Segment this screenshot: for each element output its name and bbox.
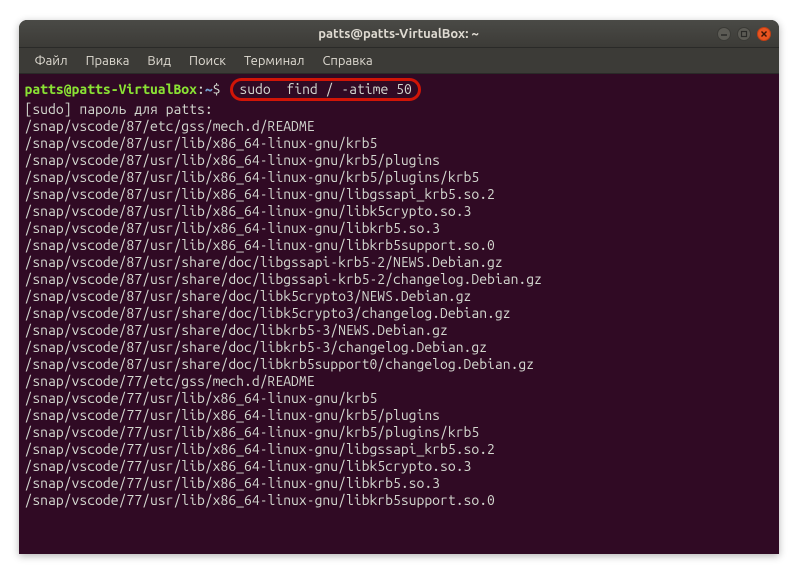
titlebar: patts@patts-VirtualBox: ~ — [19, 20, 779, 48]
output-line: /snap/vscode/87/usr/lib/x86_64-linux-gnu… — [25, 220, 773, 237]
command-highlight: sudo find / -atime 50 — [230, 78, 420, 101]
output-line: /snap/vscode/87/usr/lib/x86_64-linux-gnu… — [25, 186, 773, 203]
menu-file[interactable]: Файл — [27, 52, 76, 70]
output-line: /snap/vscode/77/usr/lib/x86_64-linux-gnu… — [25, 458, 773, 475]
output-line: /snap/vscode/77/usr/lib/x86_64-linux-gnu… — [25, 390, 773, 407]
output-line: /snap/vscode/77/usr/lib/x86_64-linux-gnu… — [25, 441, 773, 458]
close-button[interactable] — [757, 27, 771, 41]
minimize-icon — [720, 30, 728, 38]
output-line: /snap/vscode/87/usr/lib/x86_64-linux-gnu… — [25, 203, 773, 220]
output-line: /snap/vscode/87/usr/share/doc/libgssapi-… — [25, 271, 773, 288]
close-icon — [760, 30, 768, 38]
menu-help[interactable]: Справка — [314, 52, 380, 70]
output-line: /snap/vscode/87/usr/lib/x86_64-linux-gnu… — [25, 169, 773, 186]
menu-terminal[interactable]: Терминал — [236, 52, 312, 70]
prompt-user-host: patts@patts-VirtualBox — [25, 81, 197, 97]
output-line: /snap/vscode/87/usr/share/doc/libkrb5-3/… — [25, 339, 773, 356]
output-line: /snap/vscode/87/usr/share/doc/libk5crypt… — [25, 305, 773, 322]
prompt-path: ~ — [205, 81, 213, 97]
minimize-button[interactable] — [717, 27, 731, 41]
terminal-window: patts@patts-VirtualBox: ~ Файл Правка Ви… — [19, 20, 779, 554]
output-line: /snap/vscode/77/usr/lib/x86_64-linux-gnu… — [25, 475, 773, 492]
menubar: Файл Правка Вид Поиск Терминал Справка — [19, 48, 779, 74]
output-line: /snap/vscode/77/etc/gss/mech.d/README — [25, 373, 773, 390]
window-title: patts@patts-VirtualBox: ~ — [318, 27, 479, 41]
command-text: sudo find / -atime 50 — [239, 81, 411, 97]
output-container: [sudo] пароль для patts:/snap/vscode/87/… — [25, 101, 773, 509]
output-line: /snap/vscode/87/usr/lib/x86_64-linux-gnu… — [25, 135, 773, 152]
maximize-icon — [740, 30, 748, 38]
window-controls — [717, 27, 771, 41]
output-line: /snap/vscode/77/usr/lib/x86_64-linux-gnu… — [25, 424, 773, 441]
prompt-colon: : — [197, 81, 205, 97]
prompt-line: patts@patts-VirtualBox:~$ sudo find / -a… — [25, 78, 773, 101]
output-line: /snap/vscode/87/usr/share/doc/libkrb5-3/… — [25, 322, 773, 339]
output-line: /snap/vscode/77/usr/lib/x86_64-linux-gnu… — [25, 492, 773, 509]
output-line: /snap/vscode/87/etc/gss/mech.d/README — [25, 118, 773, 135]
menu-view[interactable]: Вид — [139, 52, 179, 70]
output-line: /snap/vscode/87/usr/share/doc/libkrb5sup… — [25, 356, 773, 373]
prompt-symbol: $ — [213, 81, 221, 97]
menu-search[interactable]: Поиск — [181, 52, 234, 70]
terminal-area[interactable]: patts@patts-VirtualBox:~$ sudo find / -a… — [19, 74, 779, 554]
output-line: /snap/vscode/87/usr/lib/x86_64-linux-gnu… — [25, 237, 773, 254]
output-line: /snap/vscode/87/usr/share/doc/libk5crypt… — [25, 288, 773, 305]
menu-edit[interactable]: Правка — [78, 52, 138, 70]
output-line: [sudo] пароль для patts: — [25, 101, 773, 118]
maximize-button[interactable] — [737, 27, 751, 41]
output-line: /snap/vscode/77/usr/lib/x86_64-linux-gnu… — [25, 407, 773, 424]
output-line: /snap/vscode/87/usr/share/doc/libgssapi-… — [25, 254, 773, 271]
output-line: /snap/vscode/87/usr/lib/x86_64-linux-gnu… — [25, 152, 773, 169]
